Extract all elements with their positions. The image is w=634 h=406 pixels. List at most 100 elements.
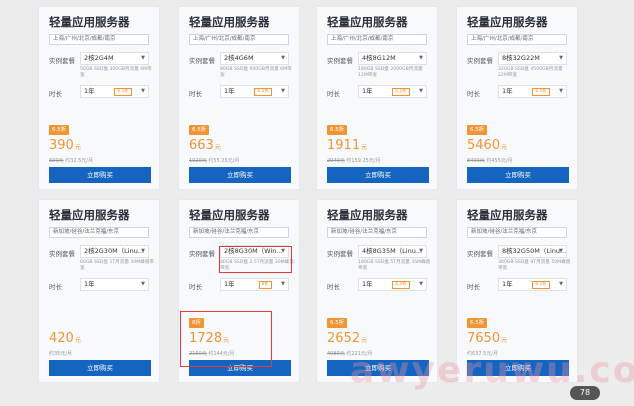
duration-value: 1年	[362, 87, 373, 95]
spec-description: 180GB SSD盘 2000GB月流量 12M带宽	[358, 67, 423, 78]
region-tag: 上海/广州/北京/成都/南京	[327, 34, 427, 45]
buy-button[interactable]: 立即购买	[189, 167, 291, 183]
watermark: awyeruwu.com	[350, 350, 634, 391]
price-value: 663	[189, 138, 214, 153]
discount-badge: 6.5折	[392, 281, 410, 289]
spec-select[interactable]: 2核2G30M（Linu... ▼	[80, 245, 149, 258]
buy-button[interactable]: 立即购买	[467, 167, 569, 183]
spec-select[interactable]: 8核32G50M（Linu... ▼	[498, 245, 567, 258]
discount-tag: 6.5折	[327, 125, 348, 135]
spec-select[interactable]: 2核8G30M（Win... ▼	[220, 245, 289, 258]
price-unit: 元	[214, 144, 221, 151]
duration-select[interactable]: 1年 6.5折 ▼	[220, 85, 289, 98]
spec-select[interactable]: 2核2G4M ▼	[80, 52, 149, 65]
spec-label: 实例套餐	[49, 57, 75, 65]
spec-label: 实例套餐	[467, 250, 493, 258]
duration-select[interactable]: 1年 6.5折 ▼	[498, 278, 567, 291]
duration-value: 1年	[84, 87, 95, 95]
price-value: 420	[49, 331, 74, 346]
chevron-down-icon: ▼	[419, 88, 423, 94]
buy-button[interactable]: 立即购买	[327, 167, 429, 183]
price: 2652元	[327, 331, 367, 346]
duration-value: 1年	[362, 280, 373, 288]
original-price-strike: 8400元	[467, 158, 485, 164]
card-title: 轻量应用服务器	[467, 15, 548, 29]
buy-button[interactable]: 立即购买	[49, 167, 151, 183]
chevron-down-icon: ▼	[141, 88, 145, 94]
price-unit: 元	[501, 144, 508, 151]
product-card: 轻量应用服务器 上海/广州/北京/成都/南京 实例套餐 2核4G6M ▼ 80GB SSD…	[178, 6, 300, 190]
duration-label: 时长	[49, 90, 62, 98]
discount-badge: 6.5折	[392, 88, 410, 96]
discount-tag: 6.5折	[327, 318, 348, 328]
chevron-down-icon: ▼	[559, 88, 563, 94]
discount-tag: 6.5折	[189, 125, 210, 135]
card-title: 轻量应用服务器	[189, 208, 270, 222]
duration-value: 1年	[224, 87, 235, 95]
region-tag: 上海/广州/北京/成都/南京	[467, 34, 567, 45]
price: 663元	[189, 138, 221, 153]
original-price: 8400元 约455元/月	[467, 157, 513, 164]
duration-select[interactable]: 1年 ▼	[80, 278, 149, 291]
spec-value: 2核4G6M	[224, 54, 254, 62]
monthly-price: 约144元/月	[208, 351, 235, 357]
chevron-down-icon: ▼	[281, 281, 285, 287]
chevron-down-icon: ▼	[281, 55, 285, 61]
chevron-down-icon: ▼	[281, 248, 285, 254]
spec-label: 实例套餐	[189, 57, 215, 65]
spec-value: 4核8G35M（Linu...	[362, 247, 423, 255]
spec-description: 80GB SSD盘 600GB月流量 6M带宽	[220, 67, 292, 78]
region-tag: 新加坡/硅谷/法兰克福/东京	[467, 227, 567, 238]
duration-select[interactable]: 1年 6.5折 ▼	[358, 278, 427, 291]
monthly-price: 约159.25元/月	[346, 158, 381, 164]
discount-badge: 6.5折	[254, 88, 272, 96]
duration-select[interactable]: 1年 6.5折 ▼	[358, 85, 427, 98]
price-value: 1728	[189, 331, 223, 346]
discount-tag: 6.5折	[467, 318, 488, 328]
original-price-strike: 2160元	[189, 351, 207, 357]
product-card: 轻量应用服务器 上海/广州/北京/成都/南京 实例套餐 4核8G12M ▼ 180GB S…	[316, 6, 438, 190]
price-value: 390	[49, 138, 74, 153]
chevron-down-icon: ▼	[559, 281, 563, 287]
duration-select[interactable]: 1年 8折 ▼	[220, 278, 289, 291]
duration-select[interactable]: 1年 6.5折 ▼	[80, 85, 149, 98]
spec-select[interactable]: 4核8G35M（Linu... ▼	[358, 245, 427, 258]
product-card: 轻量应用服务器 上海/广州/北京/成都/南京 实例套餐 8核32G22M ▼ 320GB …	[456, 6, 578, 190]
buy-button[interactable]: 立即购买	[189, 360, 291, 376]
spec-select[interactable]: 4核8G12M ▼	[358, 52, 427, 65]
card-title: 轻量应用服务器	[189, 15, 270, 29]
price-unit: 元	[361, 337, 368, 344]
original-price: 2940元 约159.25元/月	[327, 157, 381, 164]
chevron-down-icon: ▼	[281, 88, 285, 94]
spec-description: 180GB SSD盘 5T月流量 35M峰值带宽	[358, 260, 431, 271]
duration-select[interactable]: 1年 6.5折 ▼	[498, 85, 567, 98]
chevron-down-icon: ▼	[559, 55, 563, 61]
original-price: 约35元/月	[49, 350, 72, 357]
buy-button[interactable]: 立即购买	[49, 360, 151, 376]
spec-label: 实例套餐	[49, 250, 75, 258]
price-value: 5460	[467, 138, 501, 153]
region-tag: 上海/广州/北京/成都/南京	[49, 34, 149, 45]
original-price-strike: 600元	[49, 158, 64, 164]
monthly-price: 约35元/月	[49, 351, 73, 357]
chevron-down-icon: ▼	[419, 248, 423, 254]
card-title: 轻量应用服务器	[327, 208, 408, 222]
duration-label: 时长	[189, 283, 202, 291]
chevron-down-icon: ▼	[419, 281, 423, 287]
spec-label: 实例套餐	[327, 250, 353, 258]
discount-tag: 6.5折	[49, 125, 70, 135]
product-card: 轻量应用服务器 新加坡/硅谷/法兰克福/东京 实例套餐 2核8G30M（Win... ▼…	[178, 199, 300, 383]
spec-select[interactable]: 8核32G22M ▼	[498, 52, 567, 65]
price: 390元	[49, 138, 81, 153]
spec-description: 80GB SSD盘 2.5T月流量 30M峰值带宽	[220, 260, 294, 271]
spec-value: 8核32G50M（Linu...	[502, 247, 567, 255]
spec-description: 300GB SSD盘 8T月流量 50M峰值带宽	[498, 260, 571, 271]
spec-select[interactable]: 2核4G6M ▼	[220, 52, 289, 65]
price: 5460元	[467, 138, 507, 153]
discount-tag: 6.5折	[467, 125, 488, 135]
price-value: 1911	[327, 138, 361, 153]
card-title: 轻量应用服务器	[467, 208, 548, 222]
price-value: 2652	[327, 331, 361, 346]
chevron-down-icon: ▼	[141, 281, 145, 287]
original-price-strike: 1020元	[189, 158, 207, 164]
